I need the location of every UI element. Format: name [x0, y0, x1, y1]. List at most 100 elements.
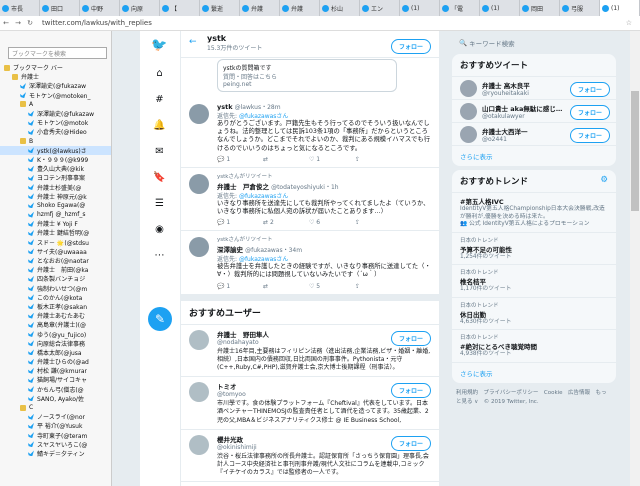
bookmark-item[interactable]: スヤスヤいろこ(@	[0, 440, 111, 449]
bookmark-item[interactable]: 弁護士杉盛美(@	[0, 182, 111, 192]
bookmark-item[interactable]: モトケン(@motok	[0, 118, 111, 127]
trend-item[interactable]: #第五人格IVC IdentityV第五人格Championship日本大会決勝戦…	[452, 193, 616, 233]
follow-button[interactable]: フォロー	[569, 105, 610, 120]
bookmark-item[interactable]: ブックマーク バー	[0, 63, 111, 72]
link-card[interactable]: ystkの質問箱です 質問・回答はこちら peing.net	[217, 59, 397, 92]
browser-tab[interactable]: 弓服	[560, 0, 600, 16]
compose-tweet-button[interactable]: ✎	[148, 307, 172, 331]
browser-tab[interactable]: 弁護	[280, 0, 320, 16]
browser-tab[interactable]: 中野	[80, 0, 120, 16]
scrollbar[interactable]	[630, 31, 640, 486]
tweet[interactable]: ystk @lawkus・28m 返信先: @fukazawasさん ありがとうござ…	[181, 98, 439, 168]
retweet-action[interactable]: ⇄ 2	[263, 219, 309, 226]
reply-action[interactable]: 💬 1	[217, 219, 263, 226]
bookmark-item[interactable]: 深澤諭史(@fukazaw	[0, 109, 111, 118]
tweet-handle[interactable]: @fukazawas・34m	[245, 247, 302, 254]
notifications-icon[interactable]: 🔔	[153, 119, 166, 132]
browser-tab[interactable]: 杉山	[320, 0, 360, 16]
bookmark-item[interactable]: 四条製バンチョジ	[0, 274, 111, 283]
bookmark-item[interactable]: 弁護士ひらの(@ad	[0, 357, 111, 366]
trend-item[interactable]: 日本のトレンド 休日出勤 4,630件のツイート	[452, 298, 616, 330]
bookmark-item[interactable]: 弁護士あむたあむ	[0, 311, 111, 320]
account-name[interactable]: 弁護士 高木良平	[482, 82, 530, 90]
url-text[interactable]: twitter.com/lawkus/with_replies	[42, 19, 152, 27]
bookmark-item[interactable]: SANO, Ayako/佐	[0, 394, 111, 403]
bookmarks-icon[interactable]: 🔖	[153, 171, 166, 184]
avatar[interactable]	[189, 382, 209, 403]
reply-action[interactable]: 💬 1	[217, 283, 263, 290]
browser-tab[interactable]: 市長	[0, 0, 40, 16]
bookmark-item[interactable]: 弁護士 前田(@ka	[0, 265, 111, 274]
follow-button[interactable]: フォロー	[390, 39, 431, 54]
scrollbar-thumb[interactable]	[631, 91, 639, 211]
reply-action[interactable]: 💬 1	[217, 156, 263, 163]
user-name[interactable]: 櫻井光政	[217, 436, 243, 444]
recommended-user[interactable]: フォロー 櫻井光政 @okinishimiji 渋谷・桜丘法律事務所の所長弁護士。認証…	[181, 430, 439, 483]
back-arrow-icon[interactable]: ←	[189, 37, 197, 47]
reply-to-user[interactable]: @fukazawasさん	[239, 193, 289, 200]
bookmark-item[interactable]: K・９９９(@k999	[0, 155, 111, 164]
account-name[interactable]: 弁護士大西洋一	[482, 128, 528, 136]
recommended-user[interactable]: フォロー 弁護士 野田隼人 @nodahayato 弁護士16年目,主要務はフィリピン…	[181, 325, 439, 378]
user-name[interactable]: 弁護士 野田隼人	[217, 331, 269, 339]
browser-tab[interactable]: 岡田	[520, 0, 560, 16]
trends-show-more-link[interactable]: さらに表示	[452, 363, 616, 383]
avatar[interactable]	[189, 104, 209, 124]
twitter-logo-icon[interactable]: 🐦	[151, 38, 167, 53]
browser-tab[interactable]: 田口	[40, 0, 80, 16]
footer-links[interactable]: 利用規約 プライバシーポリシー Cookie 広告情報 もっと見る ∨ © 20…	[446, 387, 622, 409]
bookmark-item[interactable]: ystk(@lawkus)さ	[0, 145, 111, 155]
browser-tab[interactable]: エン	[360, 0, 400, 16]
trend-item[interactable]: 日本のトレンド 椎名桔平 1,170件のツイート	[452, 265, 616, 298]
profile-icon[interactable]: ◉	[153, 223, 166, 236]
forward-icon[interactable]: →	[12, 19, 24, 27]
bookmark-item[interactable]: ノースライ(@nor	[0, 412, 111, 421]
bookmark-star-icon[interactable]: ☆	[626, 19, 632, 27]
home-icon[interactable]: ⌂	[153, 67, 166, 80]
bookmark-item[interactable]: B	[0, 137, 111, 146]
bookmark-item[interactable]: 村松 謙(@kmurar	[0, 366, 111, 375]
bookmark-item[interactable]: 豊久山大典(@kik	[0, 164, 111, 173]
bookmark-item[interactable]: 鯖キデ＝夕ティン	[0, 449, 111, 458]
browser-tab[interactable]: 弁護	[240, 0, 280, 16]
tweet-author-name[interactable]: ystk	[217, 103, 233, 111]
bookmark-item[interactable]: となおお(@naotar	[0, 256, 111, 265]
user-name[interactable]: トミオ	[217, 383, 237, 391]
bookmark-item[interactable]: 弁護士 神原元(@k	[0, 192, 111, 201]
retweet-action[interactable]: ⇄	[263, 283, 309, 290]
bookmark-item[interactable]: かちん弓(僧志(@	[0, 385, 111, 394]
avatar[interactable]	[189, 173, 209, 194]
explore-hash-icon[interactable]: #	[153, 93, 166, 106]
back-icon[interactable]: ←	[0, 19, 12, 27]
tweet-author-name[interactable]: 弁護士 戸倉俊之	[217, 183, 269, 191]
bookmark-item[interactable]: 弁護士	[0, 72, 111, 81]
avatar[interactable]	[460, 126, 477, 143]
avatar[interactable]	[189, 237, 209, 258]
avatar[interactable]	[189, 434, 209, 455]
bookmark-item[interactable]: 平 裕介(@Yusuk	[0, 421, 111, 430]
follow-button[interactable]: フォロー	[569, 128, 610, 143]
retweet-action[interactable]: ⇄	[263, 156, 309, 163]
bookmark-item[interactable]: 橋本太郎(@jusa	[0, 348, 111, 357]
bookmark-item[interactable]: スド－ 🌟(@stdsu	[0, 238, 111, 247]
bookmark-item[interactable]: 寺町東子(@teram	[0, 431, 111, 440]
tweet-author-name[interactable]: 深澤諭史	[217, 246, 243, 254]
bookmark-item[interactable]: ヨコテン刑事事案	[0, 173, 111, 182]
suggested-account[interactable]: 弁護士大西洋一 @o2441 フォロー	[452, 123, 616, 146]
bookmark-item[interactable]: C	[0, 403, 111, 412]
messages-icon[interactable]: ✉	[153, 145, 166, 158]
share-action[interactable]: ⇪	[355, 156, 401, 163]
suggested-account[interactable]: 弁護士 高木良平 @ryouheitakaki フォロー	[452, 77, 616, 100]
bookmark-item[interactable]: このかん(@kota	[0, 293, 111, 302]
like-action[interactable]: ♡ 5	[309, 283, 355, 290]
trend-item[interactable]: 日本のトレンド #絶対にとるべき聴覚時間 4,938件のツイート	[452, 330, 616, 363]
bookmark-item[interactable]: サイ夫(@uwaaaa	[0, 247, 111, 256]
avatar[interactable]	[460, 103, 477, 120]
tweet[interactable]: ystkさんがリツイート 弁護士 戸倉俊之 @todateyoshiyuki・1h…	[181, 168, 439, 232]
bookmark-item[interactable]: 向原総合法律事務	[0, 339, 111, 348]
browser-tab[interactable]: (1)	[600, 0, 640, 16]
lists-icon[interactable]: ☰	[153, 197, 166, 210]
browser-tab[interactable]: 向原	[120, 0, 160, 16]
reply-to-user[interactable]: @fukazawasさん	[239, 113, 289, 120]
browser-tab[interactable]: 【	[160, 0, 200, 16]
